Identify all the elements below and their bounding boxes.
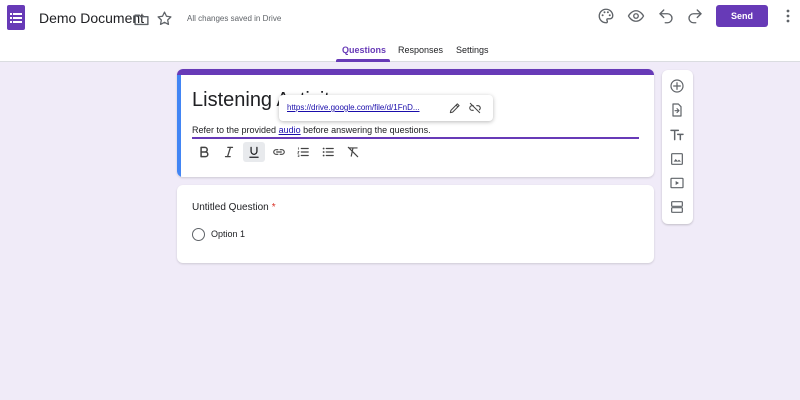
italic-button[interactable]	[218, 142, 240, 162]
add-image-icon[interactable]	[669, 151, 685, 167]
preview-eye-icon[interactable]	[627, 7, 645, 25]
active-tab-indicator	[336, 59, 390, 62]
underline-icon	[249, 146, 259, 158]
app-logo-icon[interactable]	[7, 5, 25, 30]
question-title[interactable]: Untitled Question *	[192, 202, 276, 213]
more-vert-icon[interactable]	[784, 8, 792, 24]
edit-link-icon[interactable]	[448, 101, 462, 115]
required-asterisk: *	[271, 202, 276, 213]
title-card[interactable]: Listening Activity Refer to the provided…	[177, 69, 654, 177]
tab-responses[interactable]: Responses	[398, 45, 443, 55]
bulleted-list-button[interactable]	[317, 142, 339, 162]
clear-format-button[interactable]	[342, 142, 364, 162]
tab-settings[interactable]: Settings	[456, 45, 489, 55]
star-icon[interactable]	[156, 10, 173, 27]
bulleted-list-icon	[322, 147, 334, 157]
remove-link-icon[interactable]	[468, 101, 482, 115]
add-question-icon[interactable]	[669, 78, 685, 94]
radio-button[interactable]	[192, 228, 205, 241]
add-video-icon[interactable]	[669, 175, 685, 191]
palette-icon[interactable]	[597, 7, 615, 25]
option-label[interactable]: Option 1	[211, 229, 245, 239]
redo-icon[interactable]	[686, 7, 704, 25]
undo-icon[interactable]	[657, 7, 675, 25]
add-section-icon[interactable]	[669, 199, 685, 215]
card-accent-bar	[177, 69, 654, 75]
question-card[interactable]: Untitled Question * Option 1	[177, 185, 654, 263]
add-title-icon[interactable]	[669, 127, 685, 143]
link-preview-popup: https://drive.google.com/file/d/1FnD...	[279, 95, 493, 121]
link-icon	[273, 149, 285, 155]
save-status: All changes saved in Drive	[187, 14, 282, 23]
description-link[interactable]: audio	[279, 125, 301, 135]
description-field-underline	[192, 137, 639, 139]
description-text-after: before answering the questions.	[300, 125, 431, 135]
form-description-input[interactable]: Refer to the provided audio before answe…	[192, 125, 431, 135]
app-header: Demo Document All changes saved in Drive…	[0, 0, 800, 62]
import-questions-icon[interactable]	[669, 102, 685, 118]
clear-format-icon	[347, 146, 359, 158]
italic-icon	[224, 146, 234, 158]
bold-button[interactable]	[193, 142, 215, 162]
bold-icon	[200, 146, 209, 158]
folder-icon[interactable]	[133, 11, 150, 28]
description-text-before: Refer to the provided	[192, 125, 279, 135]
side-toolbar	[662, 70, 693, 224]
tab-questions[interactable]: Questions	[342, 45, 386, 55]
link-button[interactable]	[268, 142, 290, 162]
numbered-list-button[interactable]	[292, 142, 314, 162]
underline-button[interactable]	[243, 142, 265, 162]
link-url[interactable]: https://drive.google.com/file/d/1FnD...	[287, 103, 442, 112]
focus-indicator-bar	[177, 75, 181, 177]
document-title[interactable]: Demo Document	[39, 10, 144, 26]
numbered-list-icon	[297, 147, 309, 158]
question-title-text: Untitled Question	[192, 202, 269, 213]
send-button[interactable]: Send	[716, 5, 768, 27]
